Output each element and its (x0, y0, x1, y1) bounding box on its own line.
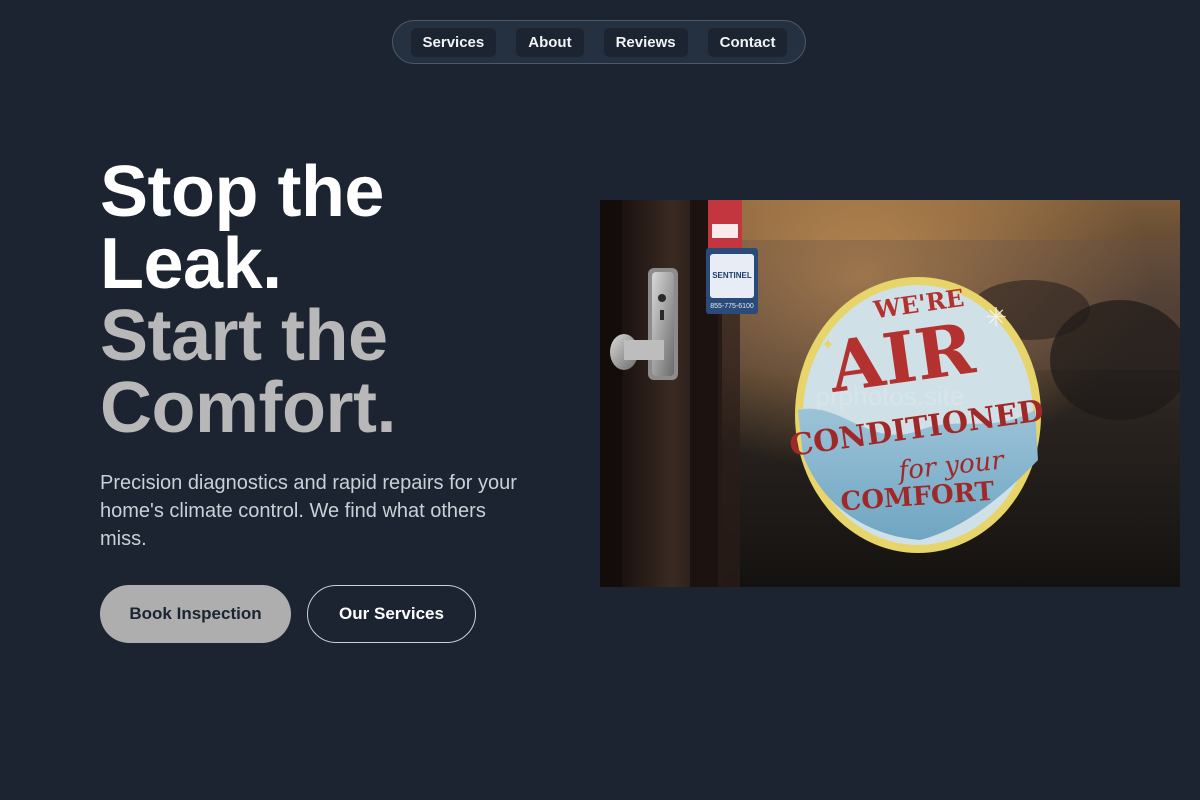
sticker-phone: 855-775-6100 (710, 303, 754, 310)
star-icon: ✦ (821, 335, 834, 354)
watermark: prphotos.site (816, 381, 965, 411)
headline-line-3: Start the (100, 296, 388, 376)
page: Services About Reviews Contact Stop the … (0, 0, 1200, 800)
hero-image: SENTINEL 855-775-6100 WE'RE AIR CONDITIO… (600, 200, 1180, 587)
headline-line-1: Stop the (100, 152, 384, 232)
nav-item-about[interactable]: About (516, 27, 584, 57)
nav-item-services[interactable]: Services (410, 27, 497, 57)
sparkle-icon: ✳ (985, 303, 1007, 333)
nav-item-contact[interactable]: Contact (707, 27, 788, 57)
top-nav: Services About Reviews Contact (392, 20, 806, 64)
hero-headline: Stop the Leak. Start the Comfort. (100, 156, 396, 444)
book-inspection-button[interactable]: Book Inspection (100, 585, 291, 643)
hero-image-svg: SENTINEL 855-775-6100 WE'RE AIR CONDITIO… (600, 200, 1180, 587)
headline-line-4: Comfort. (100, 368, 396, 448)
hero-subtext: Precision diagnostics and rapid repairs … (100, 472, 517, 550)
headline-line-2: Leak. (100, 224, 282, 304)
sticker-brand: SENTINEL (712, 271, 752, 280)
our-services-button[interactable]: Our Services (307, 585, 476, 643)
nav-item-reviews[interactable]: Reviews (603, 27, 688, 57)
